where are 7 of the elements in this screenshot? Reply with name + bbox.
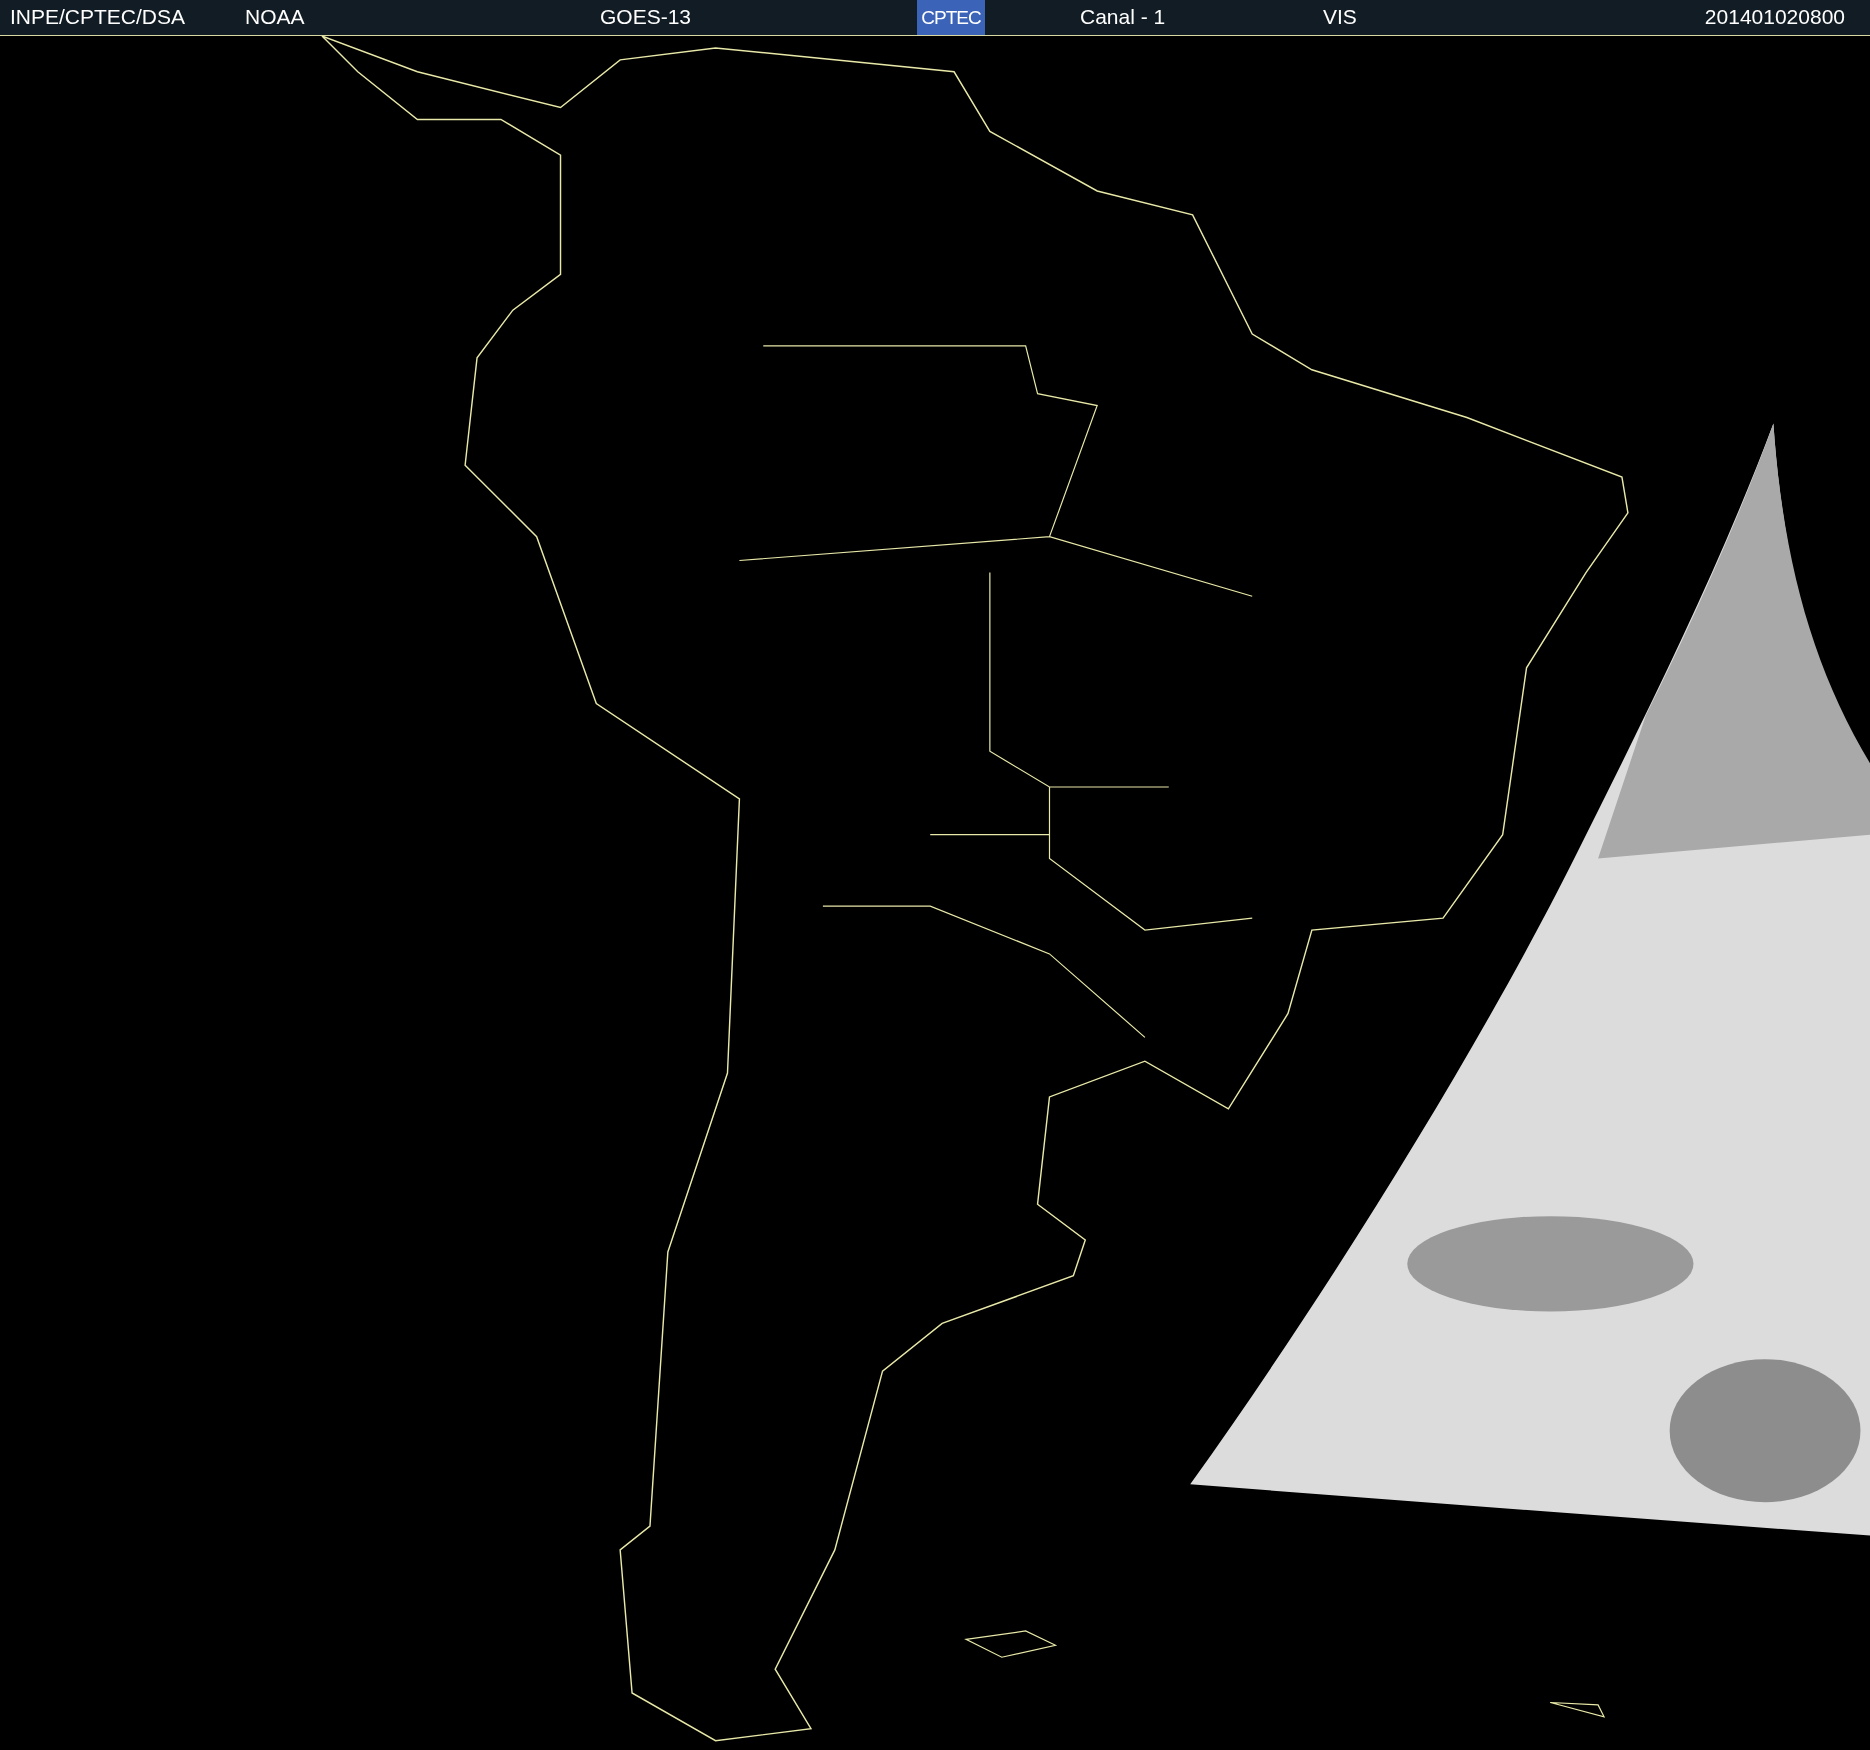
satellite-label: GOES-13: [600, 6, 692, 27]
source-label: INPE/CPTEC/DSA: [10, 6, 186, 27]
logo-text: CPTEC: [921, 8, 981, 27]
agency-label: NOAA: [245, 6, 305, 27]
timestamp-label: 201401020800: [1704, 6, 1845, 27]
band-label: VIS: [1323, 6, 1357, 27]
channel-label: Canal - 1: [1080, 6, 1166, 27]
